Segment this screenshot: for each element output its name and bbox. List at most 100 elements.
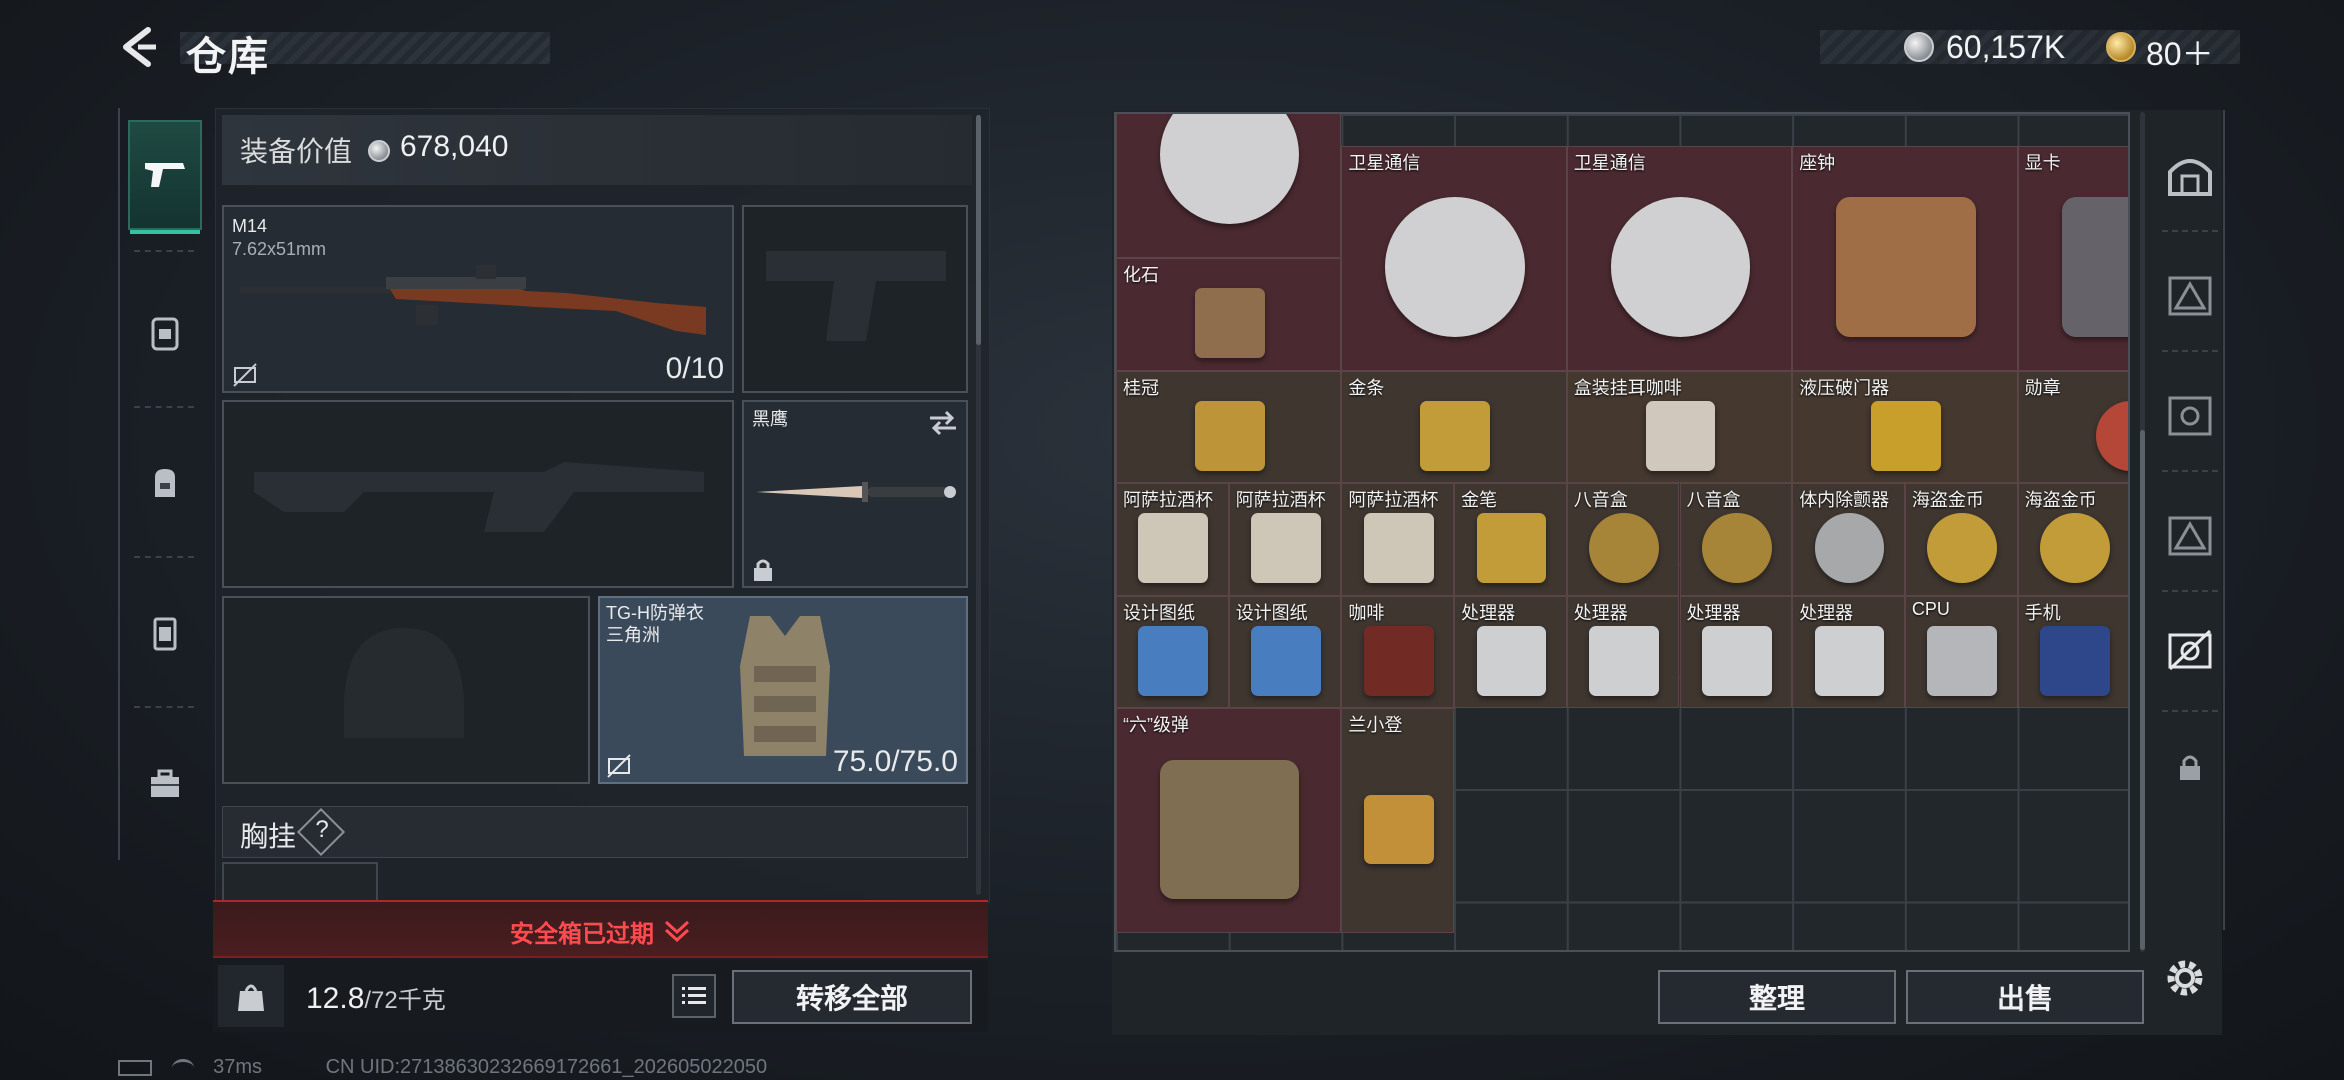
storage-item-label: 手机: [2024, 602, 2061, 623]
helmet-slot[interactable]: [222, 596, 590, 784]
nav-toolbox[interactable]: [128, 728, 202, 838]
primary-weapon-slot[interactable]: M14 7.62x51mm 0/10: [222, 205, 734, 393]
transfer-all-button[interactable]: 转移全部: [732, 970, 972, 1024]
storage-item-coin[interactable]: 海盗金币: [2017, 483, 2128, 596]
storage-item-medal[interactable]: 勋章: [2017, 370, 2128, 483]
storage-page-4-icon[interactable]: [2164, 625, 2216, 677]
storage-item-label: 盒装挂耳咖啡: [1573, 377, 1682, 398]
storage-item-musicbox[interactable]: 八音盒: [1566, 483, 1680, 596]
container-icon: [153, 617, 177, 651]
storage-item-blueprint[interactable]: 设计图纸: [1116, 595, 1229, 708]
silver-coin-icon: [1904, 32, 1934, 62]
storage-item-label: 咖啡: [1348, 602, 1385, 623]
storage-item-label: 八音盒: [1686, 490, 1741, 510]
blueprint-icon: [1251, 625, 1321, 696]
battery-icon: [118, 1059, 152, 1076]
nav-weapon[interactable]: [128, 120, 202, 234]
storage-page-1-icon[interactable]: [2164, 270, 2216, 322]
storage-item-figure[interactable]: 兰小登: [1341, 708, 1455, 933]
nav-backpack[interactable]: [128, 428, 202, 538]
equipment-scroll-thumb[interactable]: [976, 115, 981, 345]
armor-slot[interactable]: TG-H防弹衣 三角洲 75.0/75.0: [598, 596, 968, 784]
nav-vest[interactable]: [128, 278, 202, 388]
storage-item-cup[interactable]: 阿萨拉酒杯: [1228, 483, 1342, 596]
list-icon: [682, 987, 706, 1004]
storage-item-breacher[interactable]: 液压破门器: [1792, 370, 2018, 483]
medal-icon: [2096, 400, 2128, 471]
coin-icon: [1927, 513, 1998, 584]
breacher-icon: [1871, 400, 1941, 471]
defib-icon: [1814, 513, 1885, 584]
storage-item-defib[interactable]: 体内除颤器: [1792, 483, 1905, 596]
storage-item-label: 金笔: [1461, 490, 1498, 510]
storage-item-cup[interactable]: 阿萨拉酒杯: [1341, 483, 1455, 596]
nav-container[interactable]: [128, 578, 202, 688]
musicbox-icon: [1589, 513, 1660, 584]
storage-item-blueprint[interactable]: 设计图纸: [1228, 595, 1342, 708]
equipment-value-label: 装备价值: [240, 136, 353, 167]
storage-item-musicbox[interactable]: 八音盒: [1679, 483, 1793, 596]
laurel-icon: [1194, 400, 1265, 471]
storage-item-clock[interactable]: 座钟: [1792, 145, 2018, 371]
storage-item-label: 金条: [1348, 377, 1385, 398]
lock-icon[interactable]: [2172, 750, 2208, 786]
processor-icon: [1814, 625, 1885, 696]
phone-icon: [2040, 625, 2110, 696]
back-arrow-icon[interactable]: [118, 26, 160, 68]
storage-item-gpu[interactable]: 显卡: [2017, 145, 2128, 371]
weight-capacity: /72千克: [364, 987, 446, 1014]
storage-item-processor[interactable]: 处理器: [1566, 595, 1680, 708]
swap-icon[interactable]: [928, 410, 958, 436]
storage-item-label: 海盗金币: [2024, 490, 2097, 510]
storage-item-laurel[interactable]: 桂冠: [1116, 370, 1342, 483]
storage-item-hand[interactable]: “六”级弹: [1116, 708, 1342, 933]
storage-item-fossil[interactable]: 化石: [1116, 258, 1342, 371]
storage-item-cup[interactable]: 阿萨拉酒杯: [1116, 483, 1229, 596]
storage-item-phone[interactable]: 手机: [2017, 595, 2128, 708]
chevron-down-icon[interactable]: [664, 918, 690, 942]
storage-item-label: “六”级弹: [1123, 715, 1189, 735]
storage-item-coffee[interactable]: 咖啡: [1341, 595, 1455, 708]
sort-button[interactable]: 整理: [1658, 970, 1896, 1024]
pistol-slot[interactable]: [742, 205, 968, 393]
vault-icon[interactable]: [2164, 150, 2216, 202]
armor-durability: 75.0/75.0: [832, 745, 958, 778]
secondary-weapon-slot[interactable]: [222, 400, 734, 588]
figure-icon: [1363, 794, 1434, 865]
storage-item-coffeebox[interactable]: 盒装挂耳咖啡: [1566, 370, 1793, 483]
knife-icon: [756, 482, 956, 502]
storage-item-satellite[interactable]: 卫星通信: [1341, 145, 1567, 371]
equipment-value: 678,040: [400, 130, 509, 163]
gear-icon[interactable]: [2162, 955, 2208, 1001]
storage-scroll-thumb[interactable]: [2140, 430, 2145, 950]
storage-item-pen[interactable]: 金笔: [1454, 483, 1567, 596]
storage-item-label: 兰小登: [1348, 715, 1403, 735]
gold-currency-value[interactable]: 80＋: [2146, 29, 2214, 75]
storage-item-label: 座钟: [1799, 152, 1836, 173]
hand-icon: [1159, 759, 1300, 900]
storage-item-cpu[interactable]: CPU: [1904, 595, 2018, 708]
satellite-icon: [1610, 197, 1751, 337]
sell-button[interactable]: 出售: [1906, 970, 2144, 1024]
storage-item-goldbar[interactable]: 金条: [1341, 370, 1567, 483]
storage-item-label: 卫星通信: [1573, 152, 1646, 173]
storage-item-satellite[interactable]: 卫星通信: [1566, 145, 1793, 371]
storage-page-3-icon[interactable]: [2164, 510, 2216, 562]
melee-slot[interactable]: 黑鹰: [742, 400, 968, 588]
storage-item-label: 处理器: [1573, 602, 1628, 623]
chest-rig-slot[interactable]: [222, 862, 378, 902]
list-view-button[interactable]: [672, 974, 716, 1018]
storage-item-label: 液压破门器: [1799, 377, 1890, 398]
wifi-icon: [171, 1058, 194, 1077]
silver-coin-icon: [368, 140, 390, 162]
weight-lock-button[interactable]: [218, 965, 284, 1027]
storage-item-satellite[interactable]: [1116, 114, 1342, 258]
silver-currency-value: 60,157K: [1946, 29, 2066, 65]
gpu-icon: [2061, 197, 2128, 337]
storage-item-processor[interactable]: 处理器: [1454, 595, 1567, 708]
storage-item-processor[interactable]: 处理器: [1679, 595, 1793, 708]
storage-item-coin[interactable]: 海盗金币: [1904, 483, 2018, 596]
storage-grid[interactable]: 卫星通信 卫星通信 座钟 显卡化石 桂冠 金条 盒装挂耳咖啡 液压破门器 勋章阿萨拉酒杯 阿萨拉酒…: [1114, 112, 2130, 952]
storage-item-processor[interactable]: 处理器: [1792, 595, 1905, 708]
storage-page-2-icon[interactable]: [2164, 390, 2216, 442]
